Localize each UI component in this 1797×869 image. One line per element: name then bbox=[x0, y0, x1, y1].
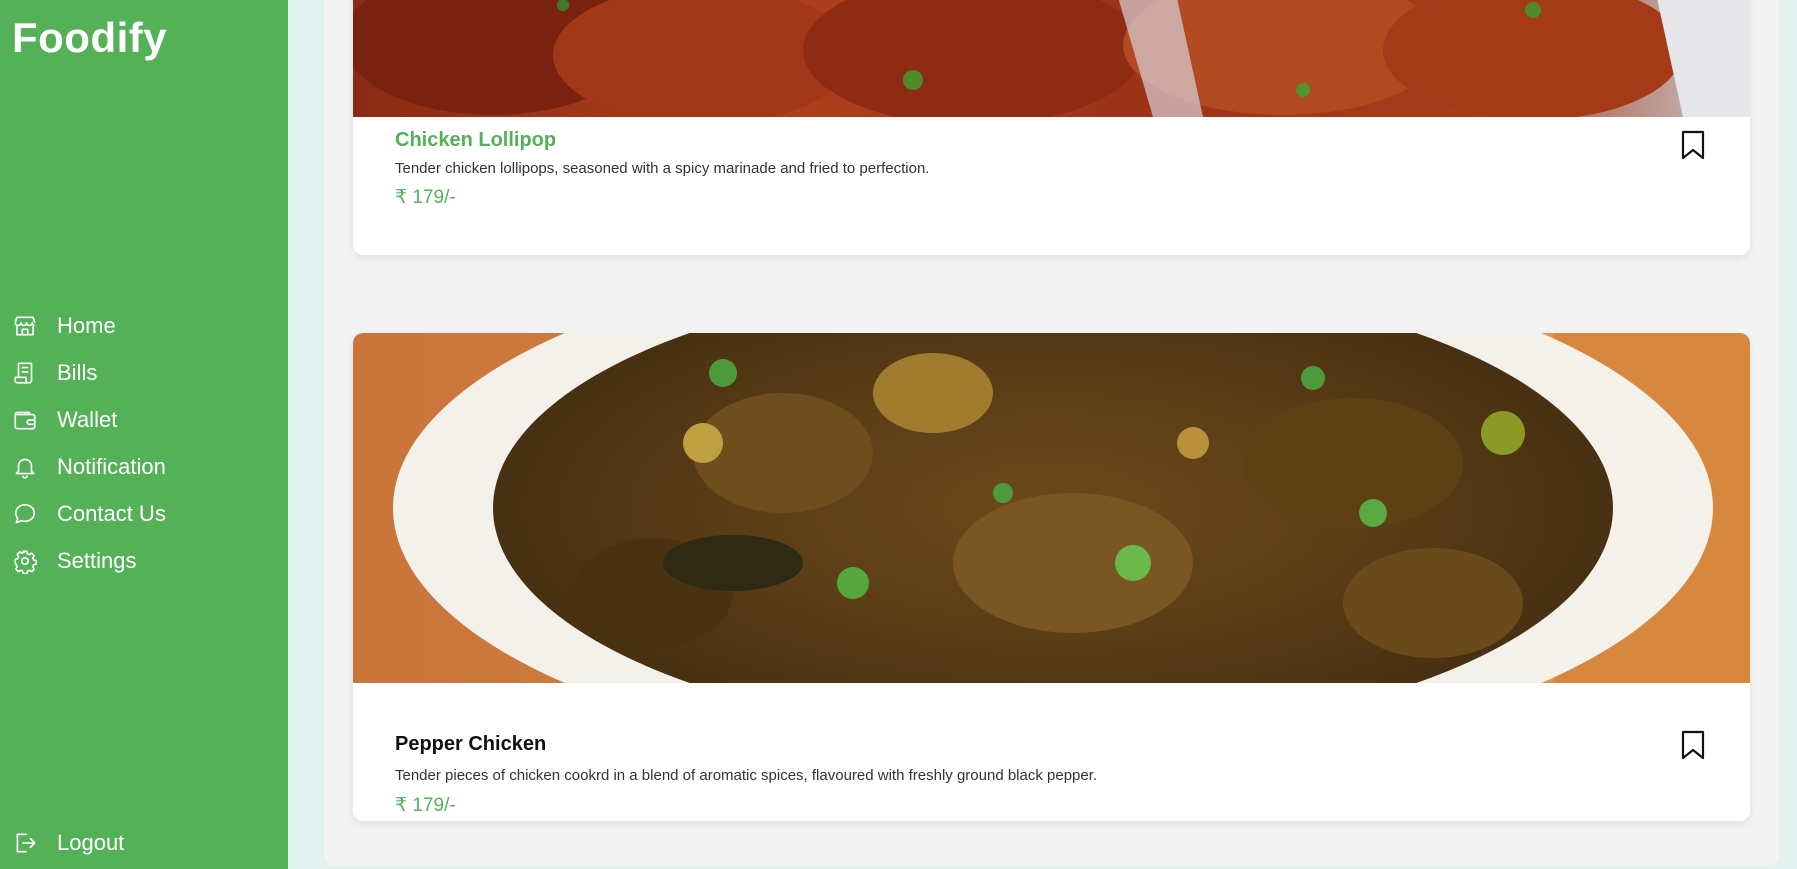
sidebar-item-label: Bills bbox=[57, 359, 98, 385]
logout-label: Logout bbox=[57, 829, 125, 855]
sidebar-item-notification[interactable]: Notification bbox=[0, 443, 288, 490]
dish-price: ₹ 179/- bbox=[395, 187, 456, 208]
bookmark-icon bbox=[1681, 130, 1705, 160]
sidebar-item-contact-us[interactable]: Contact Us bbox=[0, 490, 288, 537]
bookmark-icon bbox=[1681, 730, 1705, 760]
bell-icon bbox=[12, 454, 38, 480]
gear-icon bbox=[12, 548, 38, 574]
chat-icon bbox=[12, 501, 38, 527]
sidebar-item-label: Home bbox=[57, 312, 116, 338]
dish-card[interactable]: Chicken Lollipop Tender chicken lollipop… bbox=[353, 0, 1750, 255]
logout-button[interactable]: Logout bbox=[0, 819, 288, 866]
sidebar-item-label: Contact Us bbox=[57, 500, 166, 526]
store-icon bbox=[12, 313, 38, 339]
dish-description: Tender chicken lollipops, seasoned with … bbox=[395, 160, 930, 177]
sidebar-item-home[interactable]: Home bbox=[0, 302, 288, 349]
dish-image bbox=[353, 0, 1750, 117]
dish-image bbox=[353, 333, 1750, 683]
wallet-icon bbox=[12, 407, 38, 433]
brand-logo[interactable]: Foodify bbox=[12, 14, 167, 62]
sidebar-item-label: Wallet bbox=[57, 406, 118, 432]
sidebar: Foodify Home Bills Wallet Notification C… bbox=[0, 0, 288, 869]
logout-icon bbox=[12, 830, 38, 856]
dish-title[interactable]: Chicken Lollipop bbox=[395, 129, 556, 152]
receipt-icon bbox=[12, 360, 38, 386]
dish-description: Tender pieces of chicken cookrd in a ble… bbox=[395, 767, 1098, 784]
bookmark-button[interactable] bbox=[1680, 730, 1706, 760]
sidebar-item-settings[interactable]: Settings bbox=[0, 537, 288, 584]
sidebar-nav: Home Bills Wallet Notification Contact U… bbox=[0, 302, 288, 584]
main-content[interactable]: Chicken Lollipop Tender chicken lollipop… bbox=[324, 0, 1779, 866]
sidebar-item-wallet[interactable]: Wallet bbox=[0, 396, 288, 443]
dish-price: ₹ 179/- bbox=[395, 795, 456, 816]
dish-card[interactable]: Pepper Chicken Tender pieces of chicken … bbox=[353, 333, 1750, 821]
bookmark-button[interactable] bbox=[1680, 130, 1706, 160]
sidebar-item-label: Notification bbox=[57, 453, 166, 479]
sidebar-item-bills[interactable]: Bills bbox=[0, 349, 288, 396]
sidebar-item-label: Settings bbox=[57, 547, 137, 573]
dish-title[interactable]: Pepper Chicken bbox=[395, 733, 546, 756]
